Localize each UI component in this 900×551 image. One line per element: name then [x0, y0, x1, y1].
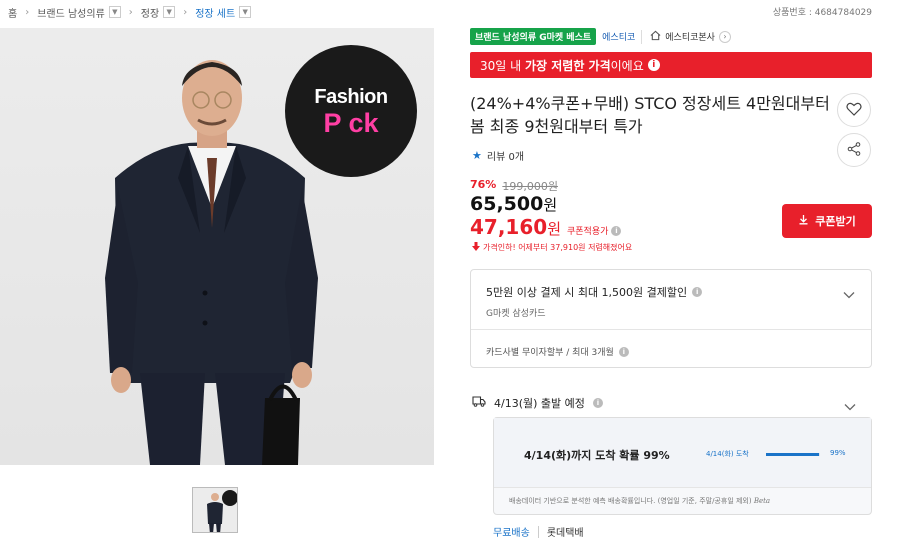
breadcrumb-label[interactable]: 정장	[141, 5, 159, 20]
fashion-pack-badge: Fashion P ck	[285, 45, 417, 177]
coupon-applied-label: 쿠폰적용가 i	[567, 224, 622, 237]
product-title: (24%+4%쿠폰+무배) STCO 정장세트 4만원대부터 봄 최종 9천원대…	[470, 94, 830, 136]
card-discount-box: 5만원 이상 결제 시 최대 1,500원 결제할인 i G마켓 삼성카드 카드…	[470, 269, 872, 368]
wishlist-button[interactable]	[837, 93, 871, 127]
seller-badge-row: 브랜드 남성의류 G마켓 베스트 에스티코 에스티코본사 ›	[470, 28, 731, 45]
get-coupon-label[interactable]: 쿠폰받기	[815, 213, 855, 229]
chevron-down-icon[interactable]	[844, 396, 856, 415]
arrival-date-small: 4/14(화) 도착	[706, 450, 749, 458]
shipping-method-row: 무료배송 롯데택배	[493, 524, 584, 539]
lowest-price-prefix: 30일 내	[480, 58, 525, 73]
product-thumbnail[interactable]	[192, 487, 238, 533]
lowest-price-bold: 가장 저렴한 가격	[524, 58, 611, 73]
chevron-down-icon[interactable]	[843, 284, 855, 303]
installment-text: 카드사별 무이자할부 / 최대 3개월	[486, 348, 614, 358]
breadcrumb-label[interactable]: 홈	[8, 5, 17, 20]
shipping-header: 4/13(월) 출발 예정 i	[472, 395, 603, 411]
original-price: 199,000원	[502, 180, 558, 193]
down-arrow-icon	[472, 242, 480, 253]
info-icon[interactable]: i	[692, 287, 703, 297]
sale-price: 65,500원	[470, 193, 557, 215]
coupon-price: 47,160원 쿠폰적용가 i	[470, 215, 622, 239]
best-badge[interactable]: 브랜드 남성의류 G마켓 베스트	[470, 28, 597, 45]
chevron-right-icon: ›	[128, 6, 133, 18]
info-icon[interactable]: i	[618, 346, 629, 357]
home-icon	[650, 30, 661, 44]
shop-link[interactable]: 에스티코본사 ›	[641, 29, 731, 44]
discount-rate: 76%	[470, 178, 497, 191]
installment-info: 카드사별 무이자할부 / 최대 3개월 i	[486, 345, 629, 358]
review-count[interactable]: 리뷰 0개	[487, 148, 524, 163]
breadcrumb-brand-menswear[interactable]: 브랜드 남성의류 ▼	[37, 5, 121, 20]
breadcrumb-label[interactable]: 브랜드 남성의류	[37, 5, 105, 20]
carrier-name: 롯데택배	[546, 528, 584, 539]
shipping-prediction-box: 4/14(화)까지 도착 확률 99% 4/14(화) 도착 99% 배송데이터…	[493, 417, 872, 515]
chevron-down-icon[interactable]: ▼	[108, 6, 121, 18]
thumbnail-illustration	[193, 488, 237, 532]
heart-icon	[846, 101, 862, 120]
shipping-title: 4/13(월) 출발 예정	[494, 397, 585, 410]
chevron-down-icon[interactable]: ▼	[239, 6, 252, 18]
seller-name-link[interactable]: 에스티코	[602, 30, 635, 43]
review-link[interactable]: ★ 리뷰 0개	[472, 148, 524, 163]
arrival-probability: 4/14(화)까지 도착 확률 99%	[524, 449, 670, 462]
info-icon[interactable]: i	[647, 59, 660, 71]
truck-icon	[472, 396, 486, 410]
sale-price-value: 65,500	[470, 193, 544, 215]
arrival-progress-fill	[766, 453, 820, 456]
chevron-down-icon[interactable]: ▼	[163, 6, 176, 18]
chevron-right-icon: ›	[183, 6, 188, 18]
won-unit: 원	[543, 196, 558, 214]
arrival-progress-track	[766, 453, 820, 456]
shop-name[interactable]: 에스티코본사	[665, 30, 715, 43]
info-icon[interactable]: i	[592, 398, 603, 408]
breadcrumb-suit[interactable]: 정장 ▼	[141, 5, 176, 20]
arrival-percent: 99%	[830, 449, 846, 457]
breadcrumb-home[interactable]: 홈	[8, 5, 17, 20]
chevron-right-icon: ›	[25, 6, 30, 18]
price-drop-text: 가격인하! 어제부터 37,910원 저렴해졌어요	[483, 243, 633, 252]
product-number: 상품번호 : 4684784029	[772, 8, 872, 18]
share-icon	[847, 141, 861, 160]
lowest-price-suffix: 이에요	[610, 58, 644, 73]
shipping-note-text: 배송데이터 기반으로 분석한 예측 배송확률입니다. (영업일 기준, 주말/공…	[509, 497, 752, 505]
discount-row: 76% 199,000원	[470, 178, 558, 194]
breadcrumb-label[interactable]: 정장 세트	[195, 5, 235, 20]
info-icon[interactable]: i	[611, 225, 622, 236]
card-discount-header[interactable]: 5만원 이상 결제 시 최대 1,500원 결제할인 i G마켓 삼성카드	[471, 270, 871, 330]
free-shipping-label: 무료배송	[493, 528, 530, 539]
price-drop-note: 가격인하! 어제부터 37,910원 저렴해졌어요	[472, 242, 632, 253]
share-button[interactable]	[837, 133, 871, 167]
chevron-right-icon[interactable]: ›	[718, 30, 731, 43]
card-discount-sub: G마켓 삼성카드	[486, 309, 546, 319]
shipping-prediction-summary: 4/14(화)까지 도착 확률 99% 4/14(화) 도착 99%	[494, 418, 871, 488]
get-coupon-button[interactable]: 쿠폰받기	[782, 204, 872, 238]
download-icon	[798, 214, 809, 228]
shipping-note: 배송데이터 기반으로 분석한 예측 배송확률입니다. (영업일 기준, 주말/공…	[509, 496, 770, 506]
lowest-price-banner: 30일 내 가장 저렴한 가격 이에요 i	[470, 52, 872, 78]
won-unit: 원	[547, 220, 561, 238]
star-icon: ★	[472, 149, 482, 162]
card-discount-title-text: 5만원 이상 결제 시 최대 1,500원 결제할인	[486, 286, 688, 299]
coupon-label-text: 쿠폰적용가	[567, 227, 609, 237]
card-discount-title: 5만원 이상 결제 시 최대 1,500원 결제할인 i	[486, 284, 703, 300]
beta-label: Beta	[753, 497, 771, 505]
product-main-image[interactable]: Fashion P ck	[0, 28, 434, 465]
fashion-pack-badge-line2: P ck	[323, 107, 379, 138]
coupon-price-value: 47,160	[470, 215, 548, 239]
fashion-pack-badge-line1: Fashion	[314, 85, 388, 108]
breadcrumb: 홈 › 브랜드 남성의류 ▼ › 정장 ▼ › 정장 세트 ▼	[8, 4, 252, 20]
divider	[537, 525, 539, 538]
breadcrumb-suit-set[interactable]: 정장 세트 ▼	[195, 5, 252, 20]
